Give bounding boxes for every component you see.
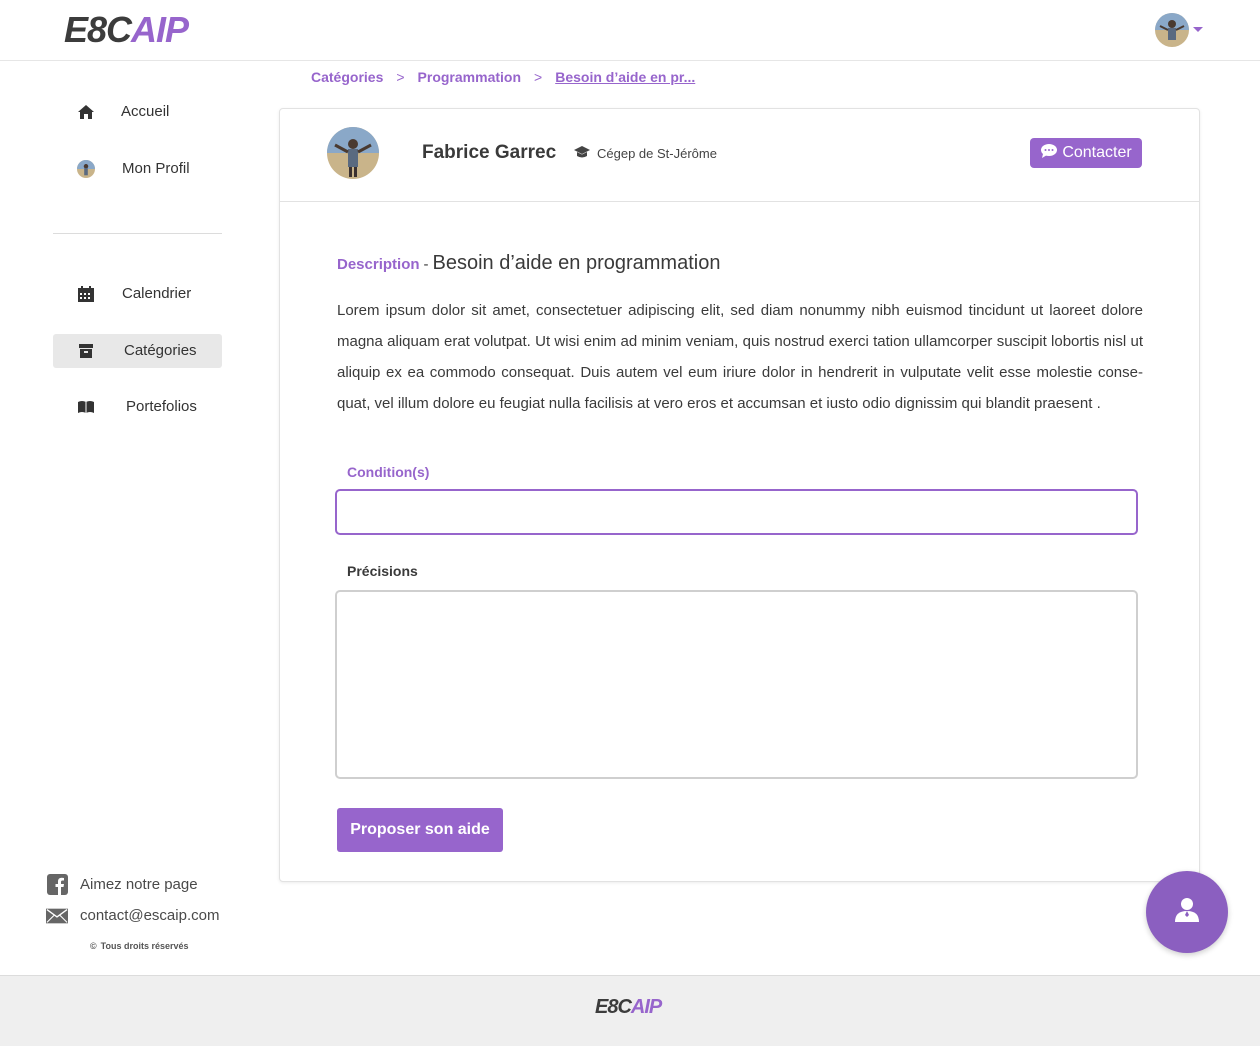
sidebar-divider: [53, 233, 222, 234]
breadcrumb: Catégories > Programmation > Besoin d’ai…: [311, 69, 695, 85]
logo-dark-part: E8C: [64, 9, 132, 50]
help-request-card: Fabrice Garrec Cégep de St-Jérôme Contac…: [279, 108, 1200, 882]
avatar[interactable]: [327, 127, 379, 179]
school-name: Cégep de St-Jérôme: [597, 146, 717, 161]
copyright-notice: © Tous droits réservés: [90, 941, 189, 951]
email-link[interactable]: contact@escaip.com: [46, 900, 219, 931]
chat-bubble-icon: [1040, 143, 1058, 164]
description-title: Description - Besoin d’aide en programma…: [337, 252, 720, 275]
request-description: Lorem ipsum dolor sit amet, consectetuer…: [337, 302, 1143, 412]
facebook-link-label: Aimez notre page: [80, 876, 198, 893]
user-avatar[interactable]: [1155, 13, 1189, 47]
precisions-label: Précisions: [347, 563, 418, 579]
sidebar-footer-links: Aimez notre page contact@escaip.com: [46, 869, 219, 931]
conditions-label: Condition(s): [347, 464, 430, 480]
breadcrumb-item-current[interactable]: Besoin d’aide en pr...: [555, 69, 695, 85]
sidebar-item-accueil[interactable]: Accueil: [53, 95, 222, 129]
user-fab-button[interactable]: [1146, 871, 1228, 953]
profile-header: Fabrice Garrec Cégep de St-Jérôme Contac…: [280, 109, 1199, 202]
propose-help-button[interactable]: Proposer son aide: [337, 808, 503, 852]
breadcrumb-item-programmation[interactable]: Programmation: [418, 69, 521, 85]
home-icon: [77, 103, 95, 121]
request-title: Besoin d’aide en programmation: [432, 252, 721, 274]
sidebar-item-calendrier[interactable]: Calendrier: [53, 277, 222, 311]
sidebar-item-categories[interactable]: Catégories: [53, 334, 222, 368]
logo-light-part: AIP: [630, 996, 662, 1018]
copyright-icon: ©: [90, 941, 97, 951]
sidebar-item-portefolios[interactable]: Portefolios: [53, 390, 222, 424]
profile-name: Fabrice Garrec: [422, 142, 557, 163]
facebook-icon: [46, 874, 68, 896]
sidebar-item-mon-profil[interactable]: Mon Profil: [53, 152, 222, 186]
envelope-icon: [46, 905, 68, 927]
breadcrumb-item-categories[interactable]: Catégories: [311, 69, 383, 85]
logo-light-part: AIP: [131, 9, 189, 50]
footer-logo[interactable]: E8CAIP: [595, 996, 662, 1019]
sidebar-item-label: Accueil: [121, 103, 170, 120]
calendar-icon: [77, 285, 95, 303]
contact-button[interactable]: Contacter: [1030, 138, 1142, 168]
chevron-down-icon[interactable]: [1193, 27, 1203, 32]
sidebar: Accueil Mon Profil Calendrier Catégories…: [0, 61, 260, 975]
sidebar-item-label: Mon Profil: [122, 160, 190, 177]
logo-dark-part: E8C: [595, 996, 632, 1018]
breadcrumb-separator: >: [534, 69, 543, 85]
email-link-label: contact@escaip.com: [80, 907, 220, 924]
sidebar-item-label: Portefolios: [126, 398, 197, 415]
user-icon: [1173, 896, 1201, 929]
contact-button-label: Contacter: [1062, 144, 1132, 161]
copyright-text: Tous droits réservés: [100, 941, 189, 951]
breadcrumb-separator: >: [396, 69, 405, 85]
school-info: Cégep de St-Jérôme: [573, 145, 717, 162]
facebook-link[interactable]: Aimez notre page: [46, 869, 219, 900]
sidebar-item-label: Catégories: [124, 342, 197, 359]
book-icon: [77, 398, 95, 416]
top-bar: E8C AIP: [0, 0, 1260, 61]
conditions-input[interactable]: [335, 489, 1138, 535]
page-footer: E8CAIP: [0, 975, 1260, 1046]
archive-icon: [77, 342, 95, 360]
graduation-cap-icon: [573, 145, 591, 162]
precisions-textarea[interactable]: [335, 590, 1138, 779]
description-dash: -: [423, 256, 429, 273]
description-label: Description: [337, 256, 420, 273]
sidebar-item-label: Calendrier: [122, 285, 192, 302]
avatar: [77, 160, 95, 178]
logo[interactable]: E8C AIP: [64, 9, 189, 50]
